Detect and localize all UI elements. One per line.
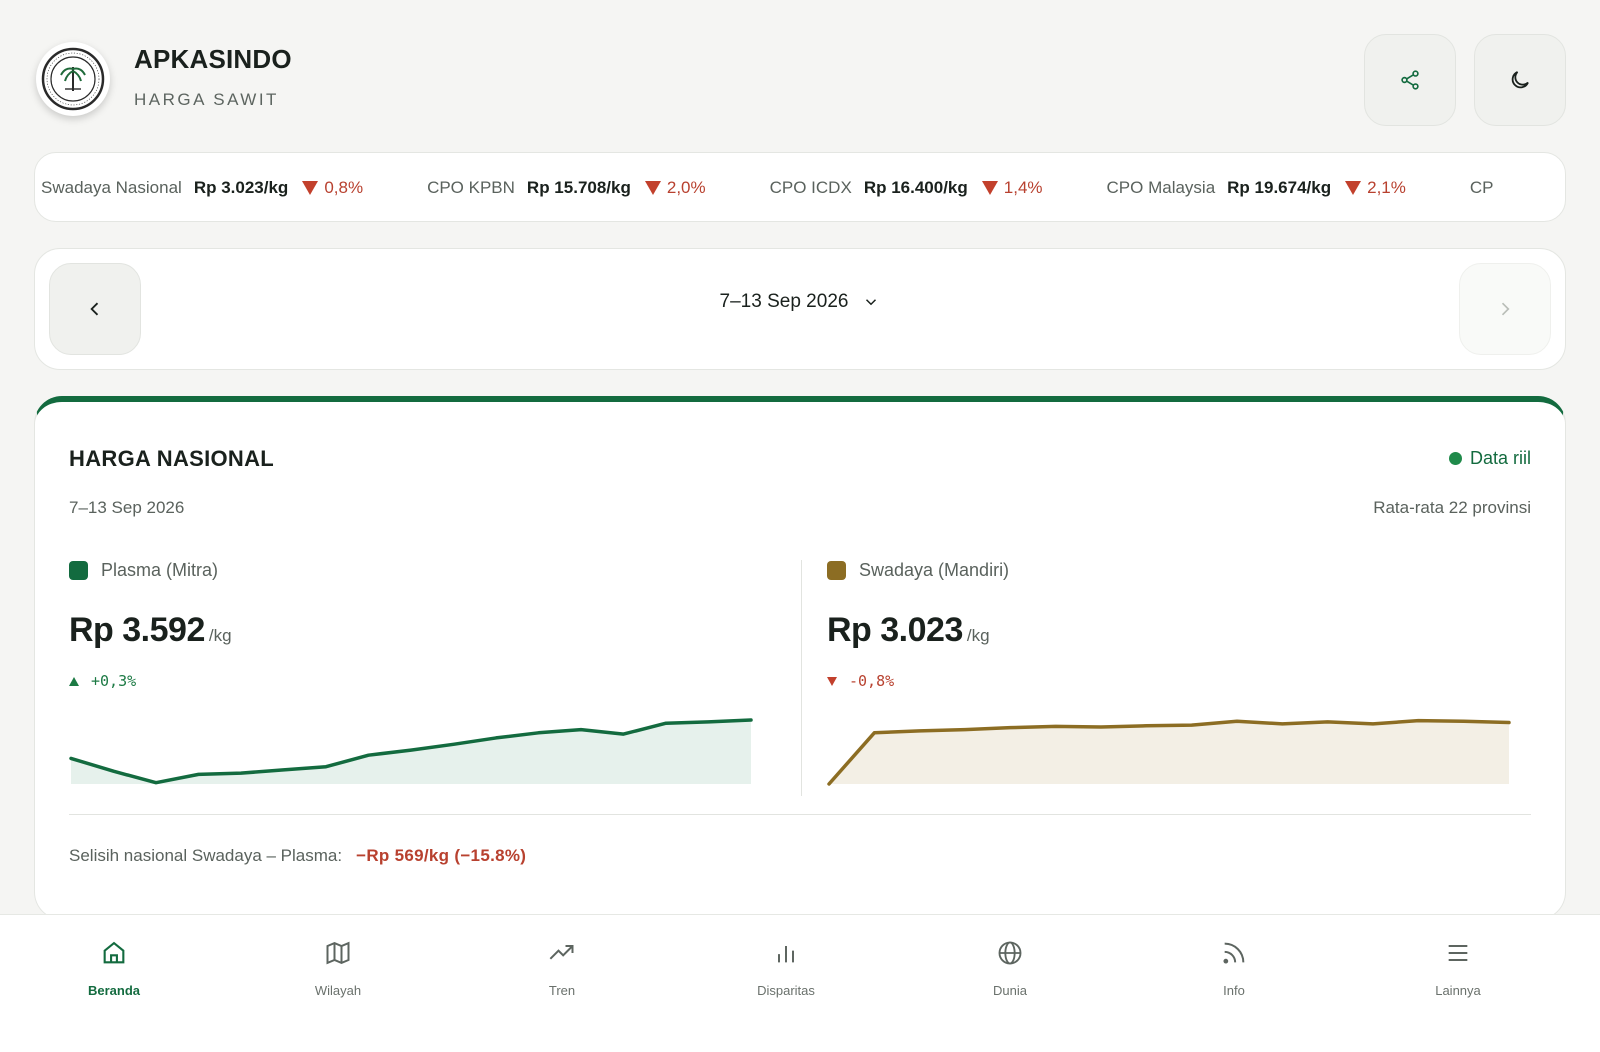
swadaya-change: -0,8%	[849, 672, 895, 690]
map-icon	[322, 937, 354, 969]
plasma-swatch	[69, 561, 88, 580]
ticker-item: CPO ICDX Rp 16.400/kg 1,4%	[769, 178, 1043, 197]
up-arrow-icon	[69, 676, 79, 686]
globe-icon	[994, 937, 1026, 969]
down-arrow-icon	[644, 181, 661, 195]
column-divider	[801, 560, 802, 796]
swadaya-legend: Swadaya (Mandiri)	[827, 560, 1527, 581]
down-arrow-icon	[1345, 181, 1362, 195]
swadaya-price: Rp 3.023	[827, 611, 963, 649]
nav-item-tren[interactable]: Tren	[492, 937, 632, 998]
chevron-down-icon	[866, 299, 877, 306]
card-average-note: Rata-rata 22 provinsi	[1373, 498, 1531, 517]
ticker-item: CPO KPBN Rp 15.708/kg 2,0%	[427, 178, 706, 197]
status-dot-icon	[1448, 452, 1462, 465]
theme-toggle-button[interactable]	[1474, 34, 1566, 126]
difference-value: −Rp 569/kg (−15.8%)	[356, 846, 527, 865]
app-subtitle: HARGA SAWIT	[134, 90, 279, 109]
week-label: 7–13 Sep 2026	[719, 291, 849, 312]
menu-icon	[1442, 937, 1474, 969]
card-date: 7–13 Sep 2026	[69, 498, 185, 517]
app-header: APKASINDO HARGA SAWIT	[36, 34, 1566, 126]
nav-item-lainnya[interactable]: Lainnya	[1388, 937, 1528, 998]
apkasindo-logo	[36, 42, 110, 116]
ticker-item: CP	[1469, 178, 1494, 197]
chevron-right-icon	[1501, 302, 1510, 316]
card-title: HARGA NASIONAL	[69, 446, 275, 471]
down-arrow-icon	[827, 676, 837, 686]
plasma-sparkline	[69, 718, 753, 785]
plasma-price: Rp 3.592	[69, 611, 205, 649]
week-navigator: 7–13 Sep 2026	[34, 248, 1566, 370]
share-icon	[1401, 70, 1419, 90]
plasma-column: Plasma (Mitra) Rp 3.592 /kg +0,3%	[69, 560, 769, 800]
home-icon	[98, 937, 130, 969]
swadaya-unit: /kg	[966, 626, 990, 645]
nav-item-dunia[interactable]: Dunia	[940, 937, 1080, 998]
plasma-legend: Plasma (Mitra)	[69, 560, 769, 581]
card-divider	[69, 814, 1531, 815]
status-badge: Data riil	[1448, 448, 1531, 469]
trend-icon	[546, 937, 578, 969]
bar-chart-icon	[770, 937, 802, 969]
nav-item-disparitas[interactable]: Disparitas	[716, 937, 856, 998]
app-title: APKASINDO	[134, 44, 292, 74]
week-selector[interactable]: 7–13 Sep 2026	[35, 291, 1565, 313]
swadaya-column: Swadaya (Mandiri) Rp 3.023 /kg -0,8%	[827, 560, 1527, 800]
nav-item-wilayah[interactable]: Wilayah	[268, 937, 408, 998]
nav-item-beranda[interactable]: Beranda	[44, 937, 184, 998]
bottom-navigation: Beranda Wilayah Tren Disparitas Dunia In…	[0, 914, 1600, 1052]
nav-item-info[interactable]: Info	[1164, 937, 1304, 998]
national-price-card: HARGA NASIONAL Data riil 7–13 Sep 2026 R…	[34, 396, 1566, 920]
price-difference: Selisih nasional Swadaya – Plasma: −Rp 5…	[69, 846, 527, 865]
share-button[interactable]	[1364, 34, 1456, 126]
swadaya-swatch	[827, 561, 846, 580]
plasma-change: +0,3%	[91, 672, 137, 690]
sparkline-area	[71, 720, 751, 784]
swadaya-sparkline	[827, 718, 1511, 786]
price-ticker: Swadaya Nasional Rp 3.023/kg 0,8% CPO KP…	[34, 152, 1566, 222]
plasma-unit: /kg	[208, 626, 232, 645]
moon-icon	[1511, 71, 1529, 89]
rss-icon	[1218, 937, 1250, 969]
ticker-item: CPO Malaysia Rp 19.674/kg 2,1%	[1106, 178, 1406, 197]
ticker-item: Swadaya Nasional Rp 3.023/kg 0,8%	[41, 178, 364, 197]
down-arrow-icon	[981, 181, 998, 195]
next-week-button[interactable]	[1459, 263, 1551, 355]
down-arrow-icon	[302, 181, 319, 195]
